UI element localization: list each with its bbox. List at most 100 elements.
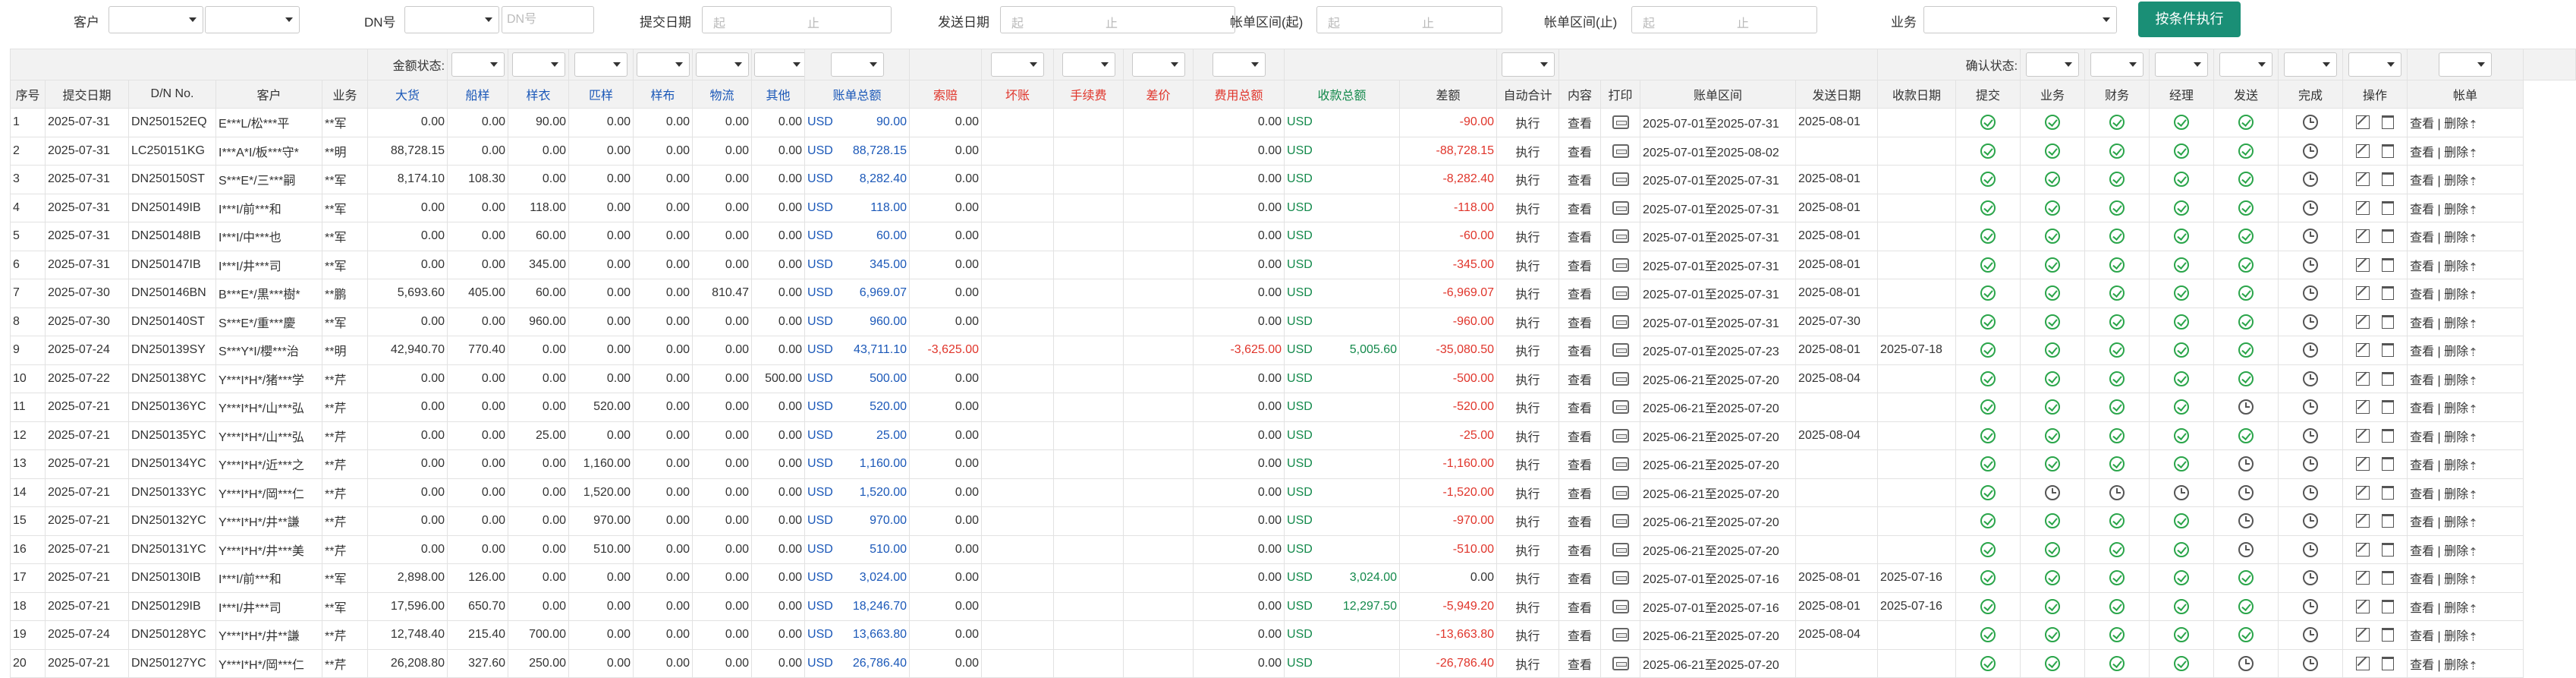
status-finance-cell[interactable] bbox=[2084, 136, 2150, 166]
status-submit-cell[interactable] bbox=[1955, 279, 2021, 308]
auto-sum-link[interactable]: 执行 bbox=[1496, 222, 1560, 251]
upload-icon[interactable]: ⇡ bbox=[2468, 402, 2478, 416]
edit-icon[interactable] bbox=[2356, 400, 2370, 415]
printer-icon[interactable] bbox=[1612, 457, 1629, 471]
status-manager-cell[interactable] bbox=[2149, 393, 2215, 422]
auto-sum-link[interactable]: 执行 bbox=[1496, 506, 1560, 536]
status-business-cell[interactable] bbox=[2020, 591, 2086, 621]
ship-date-range[interactable]: 起止 bbox=[1000, 6, 1235, 33]
print-cell[interactable] bbox=[1600, 591, 1641, 621]
auto-sum-link[interactable]: 执行 bbox=[1496, 620, 1560, 650]
edit-icon[interactable] bbox=[2356, 628, 2370, 642]
check-circle-icon[interactable] bbox=[2109, 570, 2125, 586]
check-circle-icon[interactable] bbox=[2045, 371, 2061, 386]
upload-icon[interactable]: ⇡ bbox=[2468, 317, 2478, 331]
status-send-cell[interactable] bbox=[2213, 535, 2279, 564]
status-done-cell[interactable] bbox=[2278, 393, 2344, 422]
status-submit-cell[interactable] bbox=[1955, 648, 2021, 678]
status-finance-cell[interactable] bbox=[2084, 108, 2150, 137]
status-business-cell[interactable] bbox=[2020, 165, 2086, 194]
customer-select-1[interactable] bbox=[109, 6, 203, 33]
upload-icon[interactable]: ⇡ bbox=[2468, 260, 2478, 274]
check-circle-icon[interactable] bbox=[1980, 541, 1996, 557]
check-circle-icon[interactable] bbox=[2174, 115, 2190, 131]
view-link[interactable]: 查看 bbox=[1558, 620, 1602, 650]
status-send-cell[interactable] bbox=[2213, 108, 2279, 137]
check-circle-icon[interactable] bbox=[2174, 399, 2190, 415]
status-done-cell[interactable] bbox=[2278, 478, 2344, 507]
status-finance-cell[interactable] bbox=[2084, 591, 2150, 621]
print-cell[interactable] bbox=[1600, 279, 1641, 308]
clock-icon[interactable] bbox=[2303, 627, 2319, 643]
status-submit-cell[interactable] bbox=[1955, 393, 2021, 422]
status-send-cell[interactable] bbox=[2213, 620, 2279, 650]
status-submit-cell[interactable] bbox=[1955, 421, 2021, 450]
upload-icon[interactable]: ⇡ bbox=[2468, 516, 2478, 530]
status-done-cell[interactable] bbox=[2278, 421, 2344, 450]
trash-icon[interactable] bbox=[2382, 428, 2395, 443]
edit-icon[interactable] bbox=[2356, 485, 2370, 500]
clock-icon[interactable] bbox=[2238, 484, 2254, 500]
clock-icon[interactable] bbox=[2045, 484, 2061, 500]
upload-icon[interactable]: ⇡ bbox=[2468, 374, 2478, 388]
edit-icon[interactable] bbox=[2356, 542, 2370, 557]
edit-icon[interactable] bbox=[2356, 172, 2370, 187]
view-delete-links[interactable]: 查看 | 删除 bbox=[2410, 175, 2468, 188]
check-circle-icon[interactable] bbox=[2174, 143, 2190, 159]
status-manager-cell[interactable] bbox=[2149, 563, 2215, 593]
status-done-cell[interactable] bbox=[2278, 193, 2344, 222]
clock-icon[interactable] bbox=[2303, 541, 2319, 557]
printer-icon[interactable] bbox=[1612, 371, 1629, 386]
view-delete-links[interactable]: 查看 | 删除 bbox=[2410, 545, 2468, 558]
upload-icon[interactable]: ⇡ bbox=[2468, 630, 2478, 644]
auto-sum-link[interactable]: 执行 bbox=[1496, 591, 1560, 621]
check-circle-icon[interactable] bbox=[2174, 371, 2190, 386]
auto-sum-link[interactable]: 执行 bbox=[1496, 648, 1560, 678]
status-finance-cell[interactable] bbox=[2084, 307, 2150, 336]
status-finance-cell[interactable] bbox=[2084, 449, 2150, 479]
upload-icon[interactable]: ⇡ bbox=[2468, 289, 2478, 302]
clock-icon[interactable] bbox=[2303, 456, 2319, 472]
printer-icon[interactable] bbox=[1612, 656, 1629, 670]
clock-icon[interactable] bbox=[2303, 143, 2319, 159]
status-manager-cell[interactable] bbox=[2149, 108, 2215, 137]
check-circle-icon[interactable] bbox=[1980, 257, 1996, 273]
fee-filter[interactable] bbox=[1131, 52, 1185, 77]
check-circle-icon[interactable] bbox=[2045, 655, 2061, 671]
status-business-cell[interactable] bbox=[2020, 648, 2086, 678]
ship-filter[interactable] bbox=[511, 52, 565, 77]
auto-sum-link[interactable]: 执行 bbox=[1496, 250, 1560, 279]
status-finance-cell[interactable] bbox=[2084, 250, 2150, 279]
edit-icon[interactable] bbox=[2356, 314, 2370, 329]
check-circle-icon[interactable] bbox=[2238, 172, 2254, 188]
trash-icon[interactable] bbox=[2382, 229, 2395, 244]
view-delete-links[interactable]: 查看 | 删除 bbox=[2410, 147, 2468, 159]
status-done-cell[interactable] bbox=[2278, 364, 2344, 393]
printer-icon[interactable] bbox=[1612, 599, 1629, 613]
swatch-filter[interactable] bbox=[636, 52, 690, 77]
upload-icon[interactable]: ⇡ bbox=[2468, 203, 2478, 217]
status-submit-cell[interactable] bbox=[1955, 165, 2021, 194]
check-circle-icon[interactable] bbox=[2174, 200, 2190, 216]
check-circle-icon[interactable] bbox=[2109, 456, 2125, 472]
check-circle-icon[interactable] bbox=[2109, 598, 2125, 614]
upload-icon[interactable]: ⇡ bbox=[2468, 147, 2478, 160]
clock-icon[interactable] bbox=[2303, 427, 2319, 443]
status-business-cell[interactable] bbox=[2020, 307, 2086, 336]
status-business-cell[interactable] bbox=[2020, 563, 2086, 593]
check-circle-icon[interactable] bbox=[2109, 285, 2125, 301]
view-link[interactable]: 查看 bbox=[1558, 478, 1602, 507]
check-circle-icon[interactable] bbox=[2109, 342, 2125, 358]
check-circle-icon[interactable] bbox=[2109, 541, 2125, 557]
check-circle-icon[interactable] bbox=[2045, 627, 2061, 643]
status-business-cell[interactable] bbox=[2020, 108, 2086, 137]
view-delete-links[interactable]: 查看 | 删除 bbox=[2410, 488, 2468, 501]
clock-icon[interactable] bbox=[2303, 115, 2319, 131]
status-manager-cell[interactable] bbox=[2149, 136, 2215, 166]
status-send-cell[interactable] bbox=[2213, 421, 2279, 450]
view-link[interactable]: 查看 bbox=[1558, 165, 1602, 194]
auto-sum-link[interactable]: 执行 bbox=[1496, 535, 1560, 564]
c-submit-filter[interactable] bbox=[2026, 52, 2080, 77]
print-cell[interactable] bbox=[1600, 193, 1641, 222]
status-submit-cell[interactable] bbox=[1955, 364, 2021, 393]
